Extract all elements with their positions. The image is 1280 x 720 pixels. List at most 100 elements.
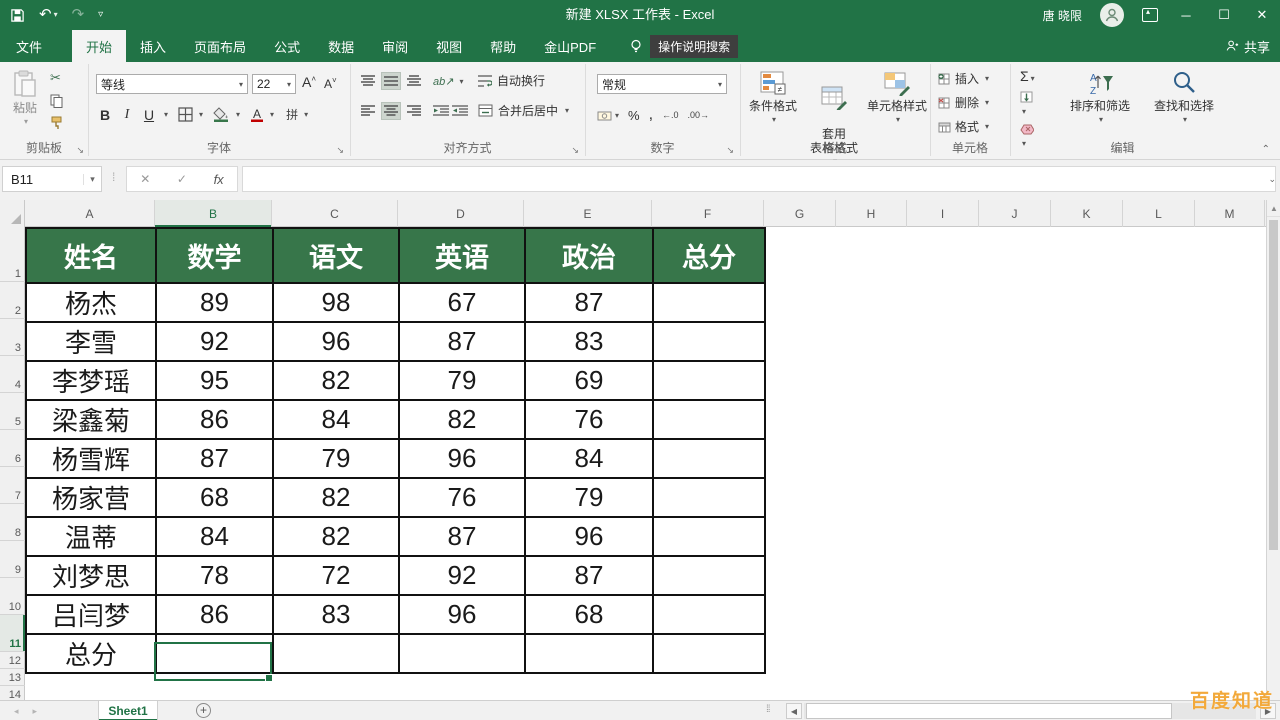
cell[interactable]: 78: [156, 556, 273, 595]
align-right-icon[interactable]: [404, 102, 424, 120]
find-select-button[interactable]: 查找和选择 ▾: [1144, 66, 1224, 127]
vertical-scroll-thumb[interactable]: [1269, 220, 1278, 550]
cell[interactable]: [156, 634, 273, 673]
cell[interactable]: [653, 322, 765, 361]
cell[interactable]: 96: [273, 322, 399, 361]
cell[interactable]: [273, 634, 399, 673]
row-header-9[interactable]: 9: [0, 541, 25, 578]
row-header-8[interactable]: 8: [0, 504, 25, 541]
column-header-b[interactable]: B: [155, 200, 272, 227]
autosum-button[interactable]: Σ▾: [1020, 68, 1035, 84]
insert-cells-button[interactable]: 插入▾: [938, 70, 989, 87]
formula-bar-splitter[interactable]: ⁞: [112, 170, 116, 184]
cell[interactable]: [653, 361, 765, 400]
close-button[interactable]: ✕: [1252, 7, 1272, 23]
avatar[interactable]: [1100, 3, 1124, 27]
number-format-select[interactable]: 常规▾: [597, 74, 727, 94]
row-header-6[interactable]: 6: [0, 430, 25, 467]
cell[interactable]: 杨雪辉: [26, 439, 156, 478]
font-dialog-launcher[interactable]: ↘: [336, 145, 344, 156]
cell[interactable]: 98: [273, 283, 399, 322]
tell-me-search-input[interactable]: 操作说明搜索: [650, 35, 738, 58]
cell[interactable]: 李梦瑶: [26, 361, 156, 400]
cell[interactable]: 温蒂: [26, 517, 156, 556]
sheet-nav-left-icon[interactable]: ◂: [14, 706, 19, 717]
tab-file[interactable]: 文件: [0, 30, 58, 62]
header-cell[interactable]: 政治: [525, 228, 653, 283]
tab-formulas[interactable]: 公式: [260, 30, 314, 62]
paste-button[interactable]: 粘贴 ▾: [6, 66, 44, 129]
sheet-tab-sheet1[interactable]: Sheet1: [98, 701, 158, 720]
cell[interactable]: 92: [156, 322, 273, 361]
tab-review[interactable]: 审阅: [368, 30, 422, 62]
insert-function-icon[interactable]: fx: [214, 172, 224, 187]
column-header-f[interactable]: F: [652, 200, 764, 227]
scroll-up-icon[interactable]: ▲: [1267, 200, 1280, 217]
cell[interactable]: [653, 556, 765, 595]
format-painter-icon[interactable]: [50, 116, 64, 130]
cell[interactable]: 梁鑫菊: [26, 400, 156, 439]
cell[interactable]: 杨家营: [26, 478, 156, 517]
cell[interactable]: [653, 439, 765, 478]
cell[interactable]: [399, 634, 525, 673]
format-cells-button[interactable]: 格式▾: [938, 118, 989, 135]
cell[interactable]: 84: [156, 517, 273, 556]
font-size-select[interactable]: 22▾: [252, 74, 296, 94]
column-header-a[interactable]: A: [25, 200, 155, 227]
row-header-7[interactable]: 7: [0, 467, 25, 504]
column-header-i[interactable]: I: [907, 200, 979, 227]
sheet-nav-right-icon[interactable]: ▸: [33, 706, 38, 717]
cell[interactable]: 67: [399, 283, 525, 322]
cell[interactable]: 96: [399, 439, 525, 478]
conditional-formatting-button[interactable]: ≠ 条件格式 ▾: [744, 66, 802, 127]
cell[interactable]: 83: [273, 595, 399, 634]
row-header-5[interactable]: 5: [0, 393, 25, 430]
sort-filter-button[interactable]: AZ 排序和筛选 ▾: [1060, 66, 1140, 127]
cell[interactable]: 82: [273, 478, 399, 517]
align-top-icon[interactable]: [358, 72, 378, 90]
borders-icon[interactable]: [178, 107, 193, 122]
font-name-select[interactable]: 等线▾: [96, 74, 248, 94]
orientation-icon[interactable]: ab↗: [433, 75, 454, 88]
italic-button[interactable]: I: [118, 107, 136, 123]
cell[interactable]: 72: [273, 556, 399, 595]
cell[interactable]: 82: [273, 517, 399, 556]
scroll-left-icon[interactable]: ◀: [786, 703, 802, 719]
decrease-indent-icon[interactable]: [433, 105, 449, 117]
cell[interactable]: 79: [273, 439, 399, 478]
name-box-dropdown-icon[interactable]: ▾: [83, 174, 101, 185]
hscroll-splitter[interactable]: ⁞⁞: [766, 704, 770, 715]
vertical-scrollbar[interactable]: ▲: [1266, 200, 1280, 700]
row-header-10[interactable]: 10: [0, 578, 25, 615]
expand-formula-bar-icon[interactable]: ⌄: [1268, 174, 1276, 185]
maximize-button[interactable]: ☐: [1214, 7, 1234, 23]
row-header-11[interactable]: 11: [0, 615, 25, 652]
column-header-j[interactable]: J: [979, 200, 1051, 227]
delete-cells-button[interactable]: 删除▾: [938, 94, 989, 111]
align-center-icon[interactable]: [381, 102, 401, 120]
row-header-3[interactable]: 3: [0, 319, 25, 356]
align-bottom-icon[interactable]: [404, 72, 424, 90]
cell[interactable]: [653, 595, 765, 634]
cell[interactable]: 79: [399, 361, 525, 400]
row-header-12[interactable]: 12: [0, 652, 25, 669]
confirm-entry-icon[interactable]: ✓: [177, 172, 187, 186]
number-dialog-launcher[interactable]: ↘: [726, 145, 734, 156]
cut-icon[interactable]: ✂: [50, 70, 64, 86]
increase-decimal-button[interactable]: ←.0: [662, 110, 679, 120]
cell[interactable]: [653, 400, 765, 439]
column-header-c[interactable]: C: [272, 200, 398, 227]
cell[interactable]: 84: [525, 439, 653, 478]
share-button[interactable]: 共享: [1225, 30, 1270, 62]
column-header-d[interactable]: D: [398, 200, 524, 227]
column-header-l[interactable]: L: [1123, 200, 1195, 227]
align-left-icon[interactable]: [358, 102, 378, 120]
cell[interactable]: 86: [156, 400, 273, 439]
cell[interactable]: [653, 517, 765, 556]
row-header-4[interactable]: 4: [0, 356, 25, 393]
merge-center-button[interactable]: 合并后居中▾: [478, 102, 569, 119]
cell[interactable]: 87: [399, 322, 525, 361]
select-all-button[interactable]: [0, 200, 25, 227]
cancel-entry-icon[interactable]: ✕: [140, 172, 150, 186]
ribbon-display-options-icon[interactable]: [1142, 8, 1158, 22]
